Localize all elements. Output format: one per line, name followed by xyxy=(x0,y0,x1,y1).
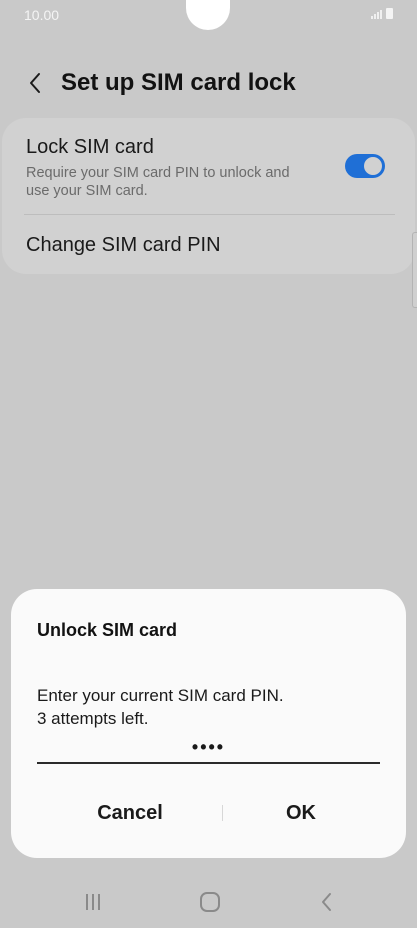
status-bar: 10.00 xyxy=(0,0,417,32)
edge-panel-handle[interactable] xyxy=(412,232,417,308)
signal-icon xyxy=(371,9,382,19)
recent-apps-icon xyxy=(86,894,100,910)
navigation-bar xyxy=(0,880,417,926)
page-title: Set up SIM card lock xyxy=(61,69,296,96)
lock-sim-card-toggle[interactable] xyxy=(345,154,385,178)
divider xyxy=(24,214,395,215)
home-button[interactable] xyxy=(190,886,230,918)
home-icon xyxy=(200,892,220,912)
app-header: Set up SIM card lock xyxy=(0,60,417,108)
nav-back-button[interactable] xyxy=(307,886,347,918)
dialog-message-line: Enter your current SIM card PIN. xyxy=(37,686,284,705)
status-time: 10.00 xyxy=(24,7,60,23)
camera-notch xyxy=(186,0,230,30)
dialog-message: Enter your current SIM card PIN. 3 attem… xyxy=(37,684,284,730)
chevron-left-icon xyxy=(30,73,40,93)
recent-apps-button[interactable] xyxy=(73,886,113,918)
status-icons xyxy=(371,8,393,19)
toggle-knob xyxy=(362,155,384,177)
back-button[interactable] xyxy=(20,68,50,98)
battery-icon xyxy=(386,8,393,19)
attempts-left-text: 3 attempts left. xyxy=(37,709,149,728)
cancel-button[interactable]: Cancel xyxy=(45,795,215,831)
back-icon xyxy=(322,893,331,911)
dialog-title: Unlock SIM card xyxy=(37,620,178,640)
ok-button[interactable]: OK xyxy=(216,795,386,831)
settings-card: Lock SIM card Require your SIM card PIN … xyxy=(2,118,415,274)
unlock-sim-dialog: Unlock SIM card Enter your current SIM c… xyxy=(11,589,406,858)
change-sim-card-pin-item[interactable]: Change SIM card PIN xyxy=(26,234,221,257)
lock-sim-card-description: Require your SIM card PIN to unlock and … xyxy=(26,165,290,199)
pin-input[interactable] xyxy=(37,732,380,764)
